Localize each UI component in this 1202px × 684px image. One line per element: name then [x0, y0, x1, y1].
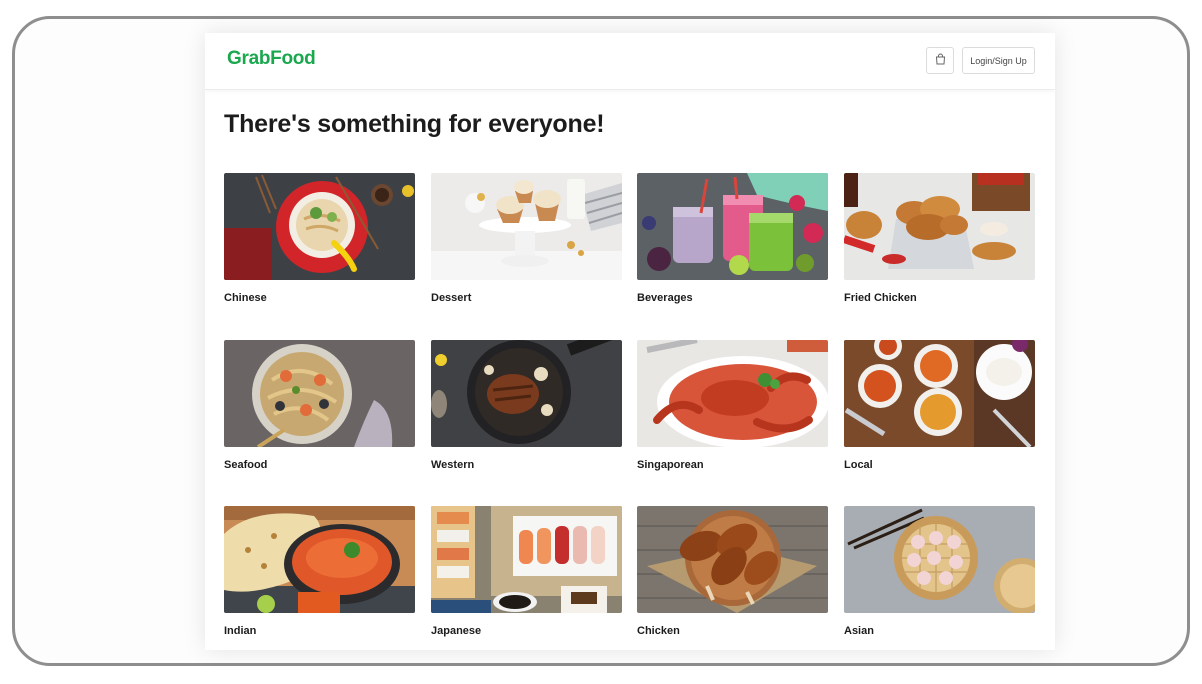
category-label: Beverages	[637, 292, 693, 304]
category-card-singaporean[interactable]: Singaporean	[637, 340, 828, 480]
curry-naan-image	[224, 506, 415, 613]
dim-sum-basket-image	[844, 506, 1035, 613]
category-card-local[interactable]: Local	[844, 340, 1035, 480]
shopping-bag-icon	[935, 52, 946, 70]
category-label: Singaporean	[637, 459, 704, 471]
login-signup-button[interactable]: Login/Sign Up	[962, 47, 1035, 74]
site-header: GrabFood Login/Sign Up	[205, 33, 1055, 90]
category-card-japanese[interactable]: Japanese	[431, 506, 622, 646]
cart-button[interactable]	[926, 47, 954, 74]
category-label: Local	[844, 459, 873, 471]
web-page: GrabFood Login/Sign Up There's something…	[205, 33, 1055, 650]
category-grid: Chinese Dessert Beverages Fried Chicken …	[224, 173, 1035, 650]
cupcakes-image	[431, 173, 622, 280]
chilli-crab-image	[637, 340, 828, 447]
fried-chicken-image	[844, 173, 1035, 280]
grabfood-logo[interactable]: GrabFood	[227, 48, 316, 70]
category-card-chicken[interactable]: Chicken	[637, 506, 828, 646]
category-label: Japanese	[431, 625, 482, 637]
page-title: There's something for everyone!	[224, 110, 605, 138]
category-label: Fried Chicken	[844, 292, 917, 304]
smoothies-image	[637, 173, 828, 280]
category-label: Chicken	[637, 625, 680, 637]
category-card-western[interactable]: Western	[431, 340, 622, 480]
seafood-pasta-image	[224, 340, 415, 447]
category-label: Asian	[844, 625, 874, 637]
category-label: Dessert	[431, 292, 472, 304]
category-label: Indian	[224, 625, 257, 637]
category-label: Western	[431, 459, 475, 471]
category-label: Chinese	[224, 292, 267, 304]
sushi-platter-image	[431, 506, 622, 613]
category-label: Seafood	[224, 459, 268, 471]
steak-skillet-image	[431, 340, 622, 447]
category-card-beverages[interactable]: Beverages	[637, 173, 828, 313]
curry-dishes-image	[844, 340, 1035, 447]
category-card-indian[interactable]: Indian	[224, 506, 415, 646]
category-card-fried-chicken[interactable]: Fried Chicken	[844, 173, 1035, 313]
roast-drumsticks-image	[637, 506, 828, 613]
category-card-chinese[interactable]: Chinese	[224, 173, 415, 313]
category-card-asian[interactable]: Asian	[844, 506, 1035, 646]
category-card-seafood[interactable]: Seafood	[224, 340, 415, 480]
noodle-bowl-image	[224, 173, 415, 280]
category-card-dessert[interactable]: Dessert	[431, 173, 622, 313]
